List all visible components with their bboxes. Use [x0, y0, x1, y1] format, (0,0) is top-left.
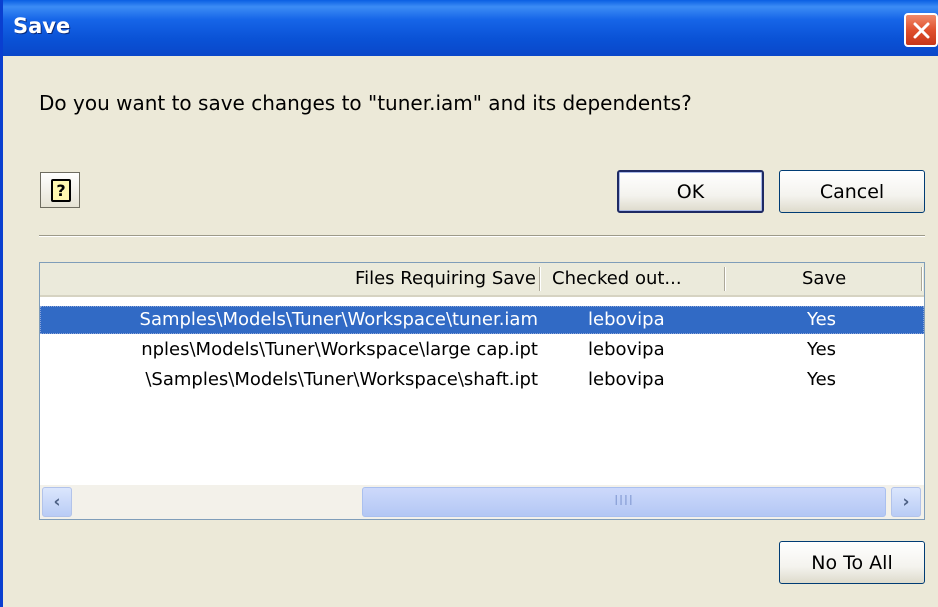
scroll-left-button[interactable]: ‹ [42, 487, 72, 517]
close-icon [913, 22, 930, 39]
table-row[interactable]: Samples\Models\Tuner\Workspace\tuner.iam… [40, 306, 924, 334]
prompt-message: Do you want to save changes to "tuner.ia… [39, 91, 692, 115]
help-button[interactable]: ? [40, 172, 80, 208]
no-to-all-button[interactable]: No To All [779, 541, 925, 584]
scroll-right-icon: › [902, 492, 910, 512]
file-path: nples\Models\Tuner\Workspace\large cap.i… [141, 339, 538, 360]
file-path: Samples\Models\Tuner\Workspace\tuner.iam [139, 309, 538, 330]
cancel-button[interactable]: Cancel [779, 170, 925, 213]
scrollbar-thumb[interactable]: IIII [362, 487, 886, 517]
scroll-left-icon: ‹ [53, 492, 61, 512]
separator [39, 235, 925, 237]
column-divider[interactable] [539, 267, 541, 291]
file-path: \Samples\Models\Tuner\Workspace\shaft.ip… [145, 369, 538, 390]
table-row[interactable]: nples\Models\Tuner\Workspace\large cap.i… [40, 336, 924, 364]
column-header-files[interactable]: Files Requiring Save [40, 263, 536, 295]
checked-out-by: lebovipa [588, 309, 665, 330]
files-list[interactable]: Files Requiring Save Checked out... Save… [39, 262, 925, 520]
column-divider[interactable] [724, 267, 726, 291]
table-row[interactable]: \Samples\Models\Tuner\Workspace\shaft.ip… [40, 366, 924, 394]
title-bar[interactable]: Save [3, 0, 938, 56]
help-icon: ? [51, 179, 71, 202]
scroll-right-button[interactable]: › [891, 487, 921, 517]
checked-out-by: lebovipa [588, 369, 665, 390]
column-header-checked-out[interactable]: Checked out... [552, 263, 682, 295]
list-header: Files Requiring Save Checked out... Save [40, 263, 924, 297]
checked-out-by: lebovipa [588, 339, 665, 360]
save-flag[interactable]: Yes [807, 336, 836, 364]
horizontal-scrollbar[interactable]: ‹ IIII › [40, 485, 924, 519]
column-header-save[interactable]: Save [802, 263, 846, 295]
save-flag[interactable]: Yes [807, 306, 836, 334]
ok-button[interactable]: OK [617, 170, 764, 213]
column-divider [921, 267, 923, 291]
close-button[interactable] [904, 13, 938, 47]
grip-icon: IIII [614, 494, 634, 509]
save-dialog: Save Do you want to save changes to "tun… [0, 0, 938, 607]
window-title: Save [13, 14, 71, 38]
save-flag[interactable]: Yes [807, 366, 836, 394]
